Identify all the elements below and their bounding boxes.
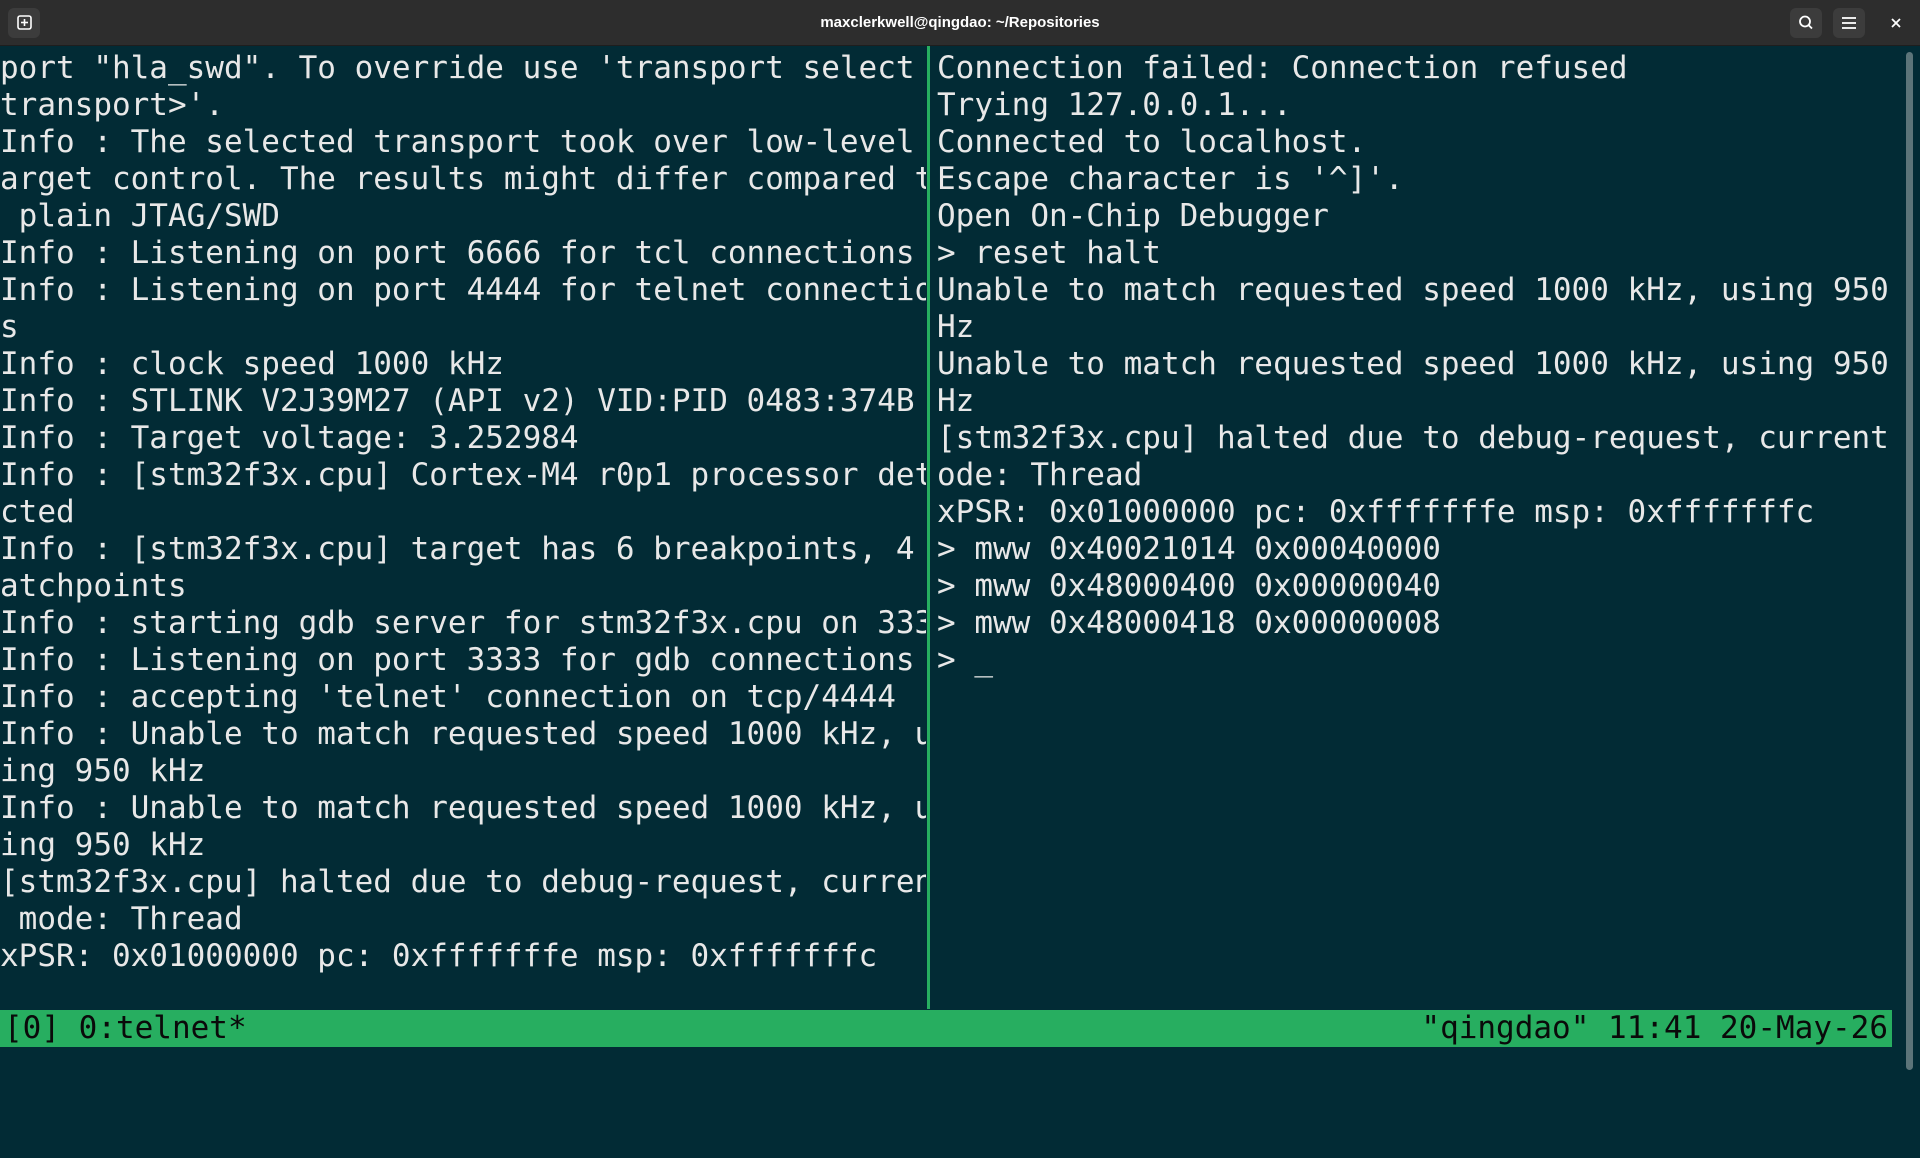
menu-button[interactable] bbox=[1833, 8, 1865, 38]
terminal-line: ing 950 kHz bbox=[0, 827, 206, 863]
terminal-line: atchpoints bbox=[0, 568, 187, 604]
terminal-line: > mww 0x48000400 0x00000040 bbox=[937, 568, 1441, 604]
terminal-line: transport>'. bbox=[0, 87, 224, 123]
tmux-pane-divider bbox=[927, 46, 930, 1009]
terminal-line: xPSR: 0x01000000 pc: 0xfffffffe msp: 0xf… bbox=[937, 494, 1815, 530]
terminal-line: cted bbox=[0, 494, 75, 530]
terminal-line: Info : starting gdb server for stm32f3x.… bbox=[0, 605, 926, 641]
terminal-line: Open On-Chip Debugger bbox=[937, 198, 1329, 234]
window-title: maxclerkwell@qingdao: ~/Repositories bbox=[820, 14, 1100, 31]
terminal-line: Escape character is '^]'. bbox=[937, 161, 1404, 197]
terminal-line: Connection failed: Connection refused bbox=[937, 50, 1628, 86]
terminal-line: Info : Listening on port 6666 for tcl co… bbox=[0, 235, 915, 271]
terminal-line: Unable to match requested speed 1000 kHz… bbox=[937, 346, 1902, 382]
terminal-line: xPSR: 0x01000000 pc: 0xfffffffe msp: 0xf… bbox=[0, 938, 878, 974]
terminal-line: Info : Target voltage: 3.252984 bbox=[0, 420, 579, 456]
hamburger-menu-icon bbox=[1842, 17, 1856, 29]
terminal-line: [stm32f3x.cpu] halted due to debug-reque… bbox=[937, 420, 1902, 456]
terminal-line: plain JTAG/SWD bbox=[0, 198, 280, 234]
terminal-scrollbar[interactable] bbox=[1906, 52, 1913, 1070]
terminal-line: Trying 127.0.0.1... bbox=[937, 87, 1292, 123]
terminal-line: Info : Unable to match requested speed 1… bbox=[0, 790, 926, 826]
terminal-line: Connected to localhost. bbox=[937, 124, 1367, 160]
terminal-line: Hz bbox=[937, 309, 975, 345]
search-icon bbox=[1799, 15, 1813, 30]
terminal-line: Info : [stm32f3x.cpu] target has 6 break… bbox=[0, 531, 926, 567]
tmux-window-list[interactable]: [0] 0:telnet* bbox=[4, 1010, 247, 1047]
terminal-line: > mww 0x48000418 0x00000008 bbox=[937, 605, 1441, 641]
terminal-line: s bbox=[0, 309, 19, 345]
terminal-line: mode: Thread bbox=[0, 901, 243, 937]
terminal-line: ode: Thread bbox=[937, 457, 1143, 493]
tmux-pane-telnet[interactable]: Connection failed: Connection refused Try… bbox=[937, 46, 1902, 1013]
terminal-area[interactable]: port "hla_swd". To override use 'transpo… bbox=[0, 46, 1920, 1080]
terminal-line: Info : [stm32f3x.cpu] Cortex-M4 r0p1 pro… bbox=[0, 457, 926, 493]
terminal-line: Info : Listening on port 3333 for gdb co… bbox=[0, 642, 915, 678]
window-titlebar: maxclerkwell@qingdao: ~/Repositories bbox=[0, 0, 1920, 46]
terminal-line: Hz bbox=[937, 383, 975, 419]
terminal-line: Info : clock speed 1000 kHz bbox=[0, 346, 504, 382]
terminal-line: Info : Listening on port 4444 for telnet… bbox=[0, 272, 926, 308]
terminal-line: Info : The selected transport took over … bbox=[0, 124, 926, 160]
terminal-line: > mww 0x40021014 0x00040000 bbox=[937, 531, 1441, 567]
terminal-line: > reset halt bbox=[937, 235, 1161, 271]
terminal-line: Info : STLINK V2J39M27 (API v2) VID:PID … bbox=[0, 383, 915, 419]
terminal-line: Info : accepting 'telnet' connection on … bbox=[0, 679, 896, 715]
terminal-line: Unable to match requested speed 1000 kHz… bbox=[937, 272, 1902, 308]
tmux-status-bar: [0] 0:telnet* "qingdao" 11:41 20-May-26 bbox=[0, 1010, 1892, 1047]
close-button[interactable] bbox=[1880, 8, 1912, 38]
terminal-line: [stm32f3x.cpu] halted due to debug-reque… bbox=[0, 864, 926, 900]
terminal-line: arget control. The results might differ … bbox=[0, 161, 926, 197]
close-icon bbox=[1891, 18, 1901, 28]
tmux-status-clock: "qingdao" 11:41 20-May-26 bbox=[1421, 1010, 1888, 1046]
search-button[interactable] bbox=[1790, 8, 1822, 38]
terminal-line: port "hla_swd". To override use 'transpo… bbox=[0, 50, 926, 86]
terminal-line: Info : Unable to match requested speed 1… bbox=[0, 716, 926, 752]
terminal-line: ing 950 kHz bbox=[0, 753, 206, 789]
tmux-pane-openocd[interactable]: port "hla_swd". To override use 'transpo… bbox=[0, 46, 926, 1013]
terminal-line: > _ bbox=[937, 642, 993, 678]
